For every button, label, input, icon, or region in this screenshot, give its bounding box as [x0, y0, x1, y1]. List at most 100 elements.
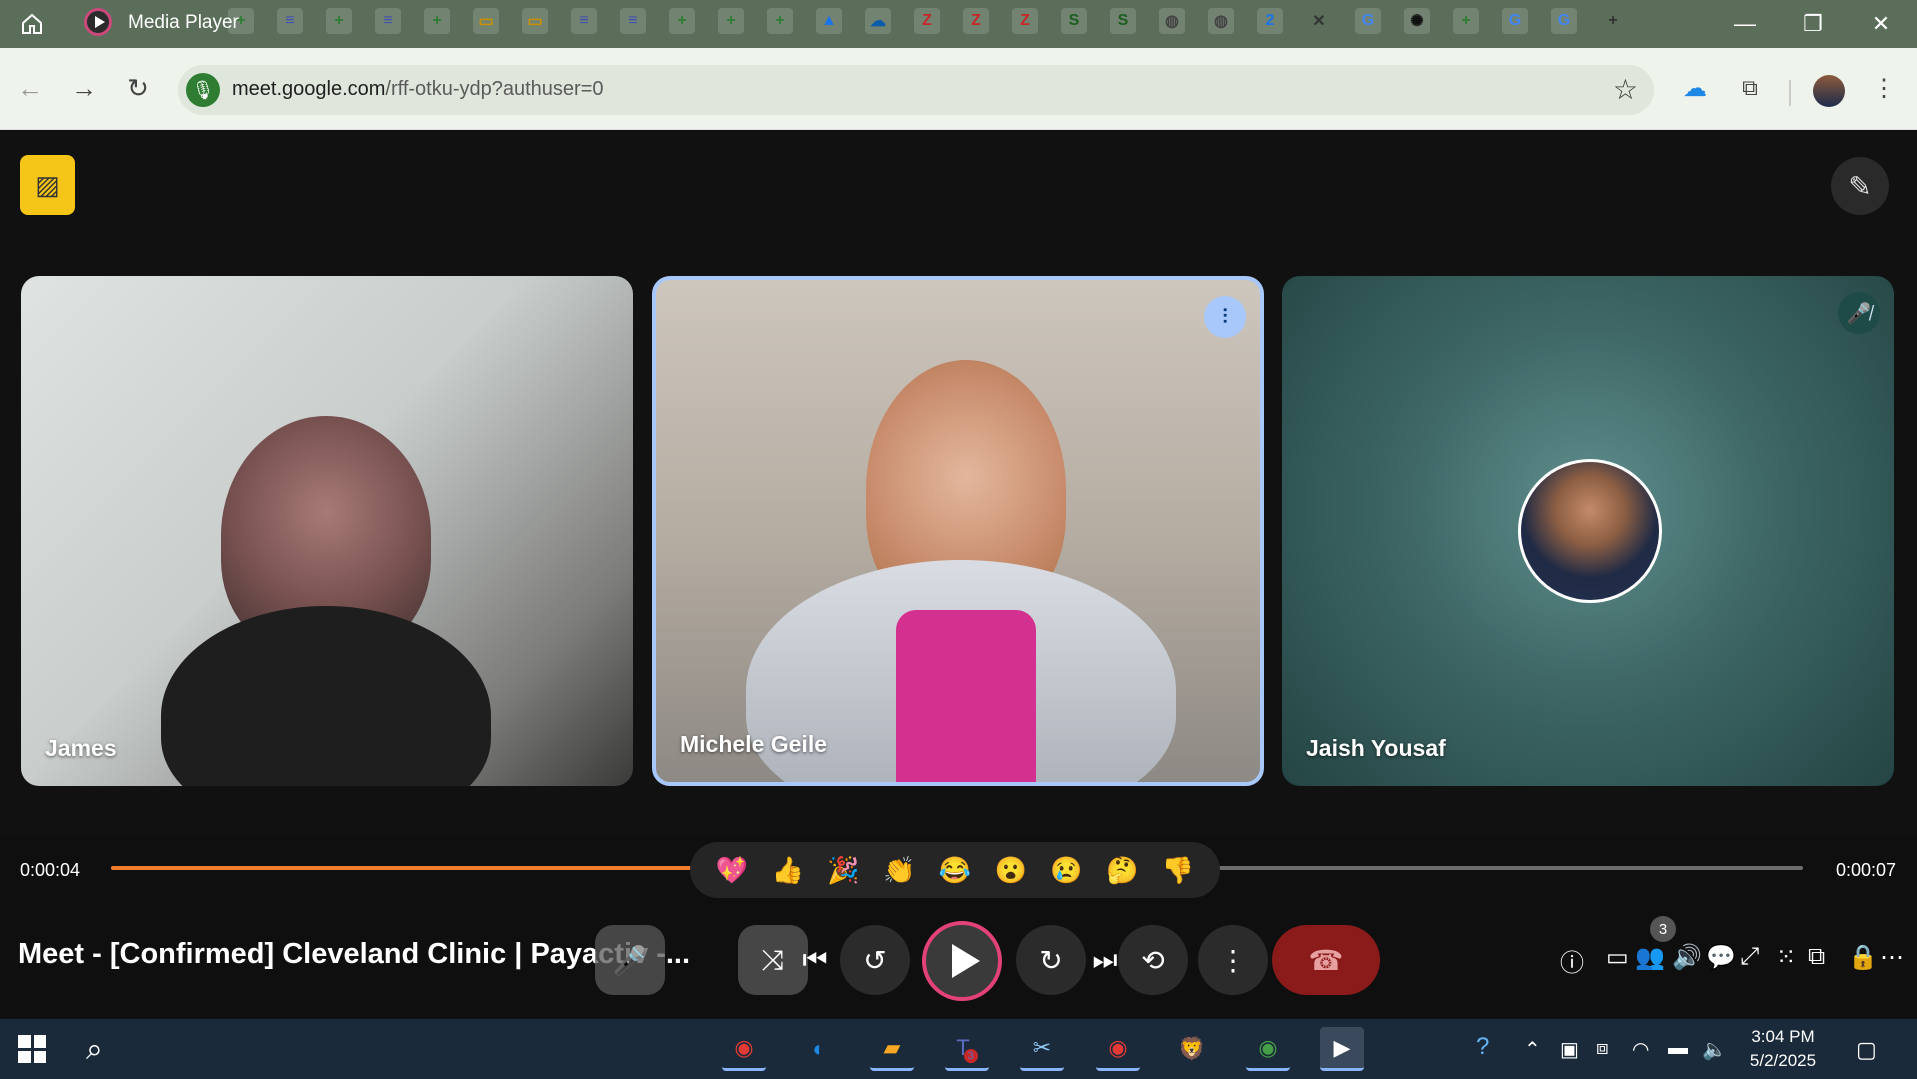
close-button[interactable]: ✕	[1851, 0, 1911, 48]
tab-globe-icon[interactable]: ◍	[1159, 8, 1185, 34]
tab-s-app-icon[interactable]: S	[1061, 8, 1087, 34]
host-controls-icon[interactable]: 🔒	[1848, 943, 1878, 972]
fullscreen-icon[interactable]: ⤢	[1740, 943, 1759, 971]
help-icon[interactable]: ?	[1476, 1033, 1489, 1061]
repeat-off-icon[interactable]: ⟲	[1118, 925, 1188, 995]
minimize-button[interactable]: —	[1715, 0, 1775, 48]
profile-avatar[interactable]	[1813, 75, 1845, 107]
reaction-7-icon[interactable]: 🤔	[1106, 855, 1138, 886]
people-icon[interactable]: 👥	[1635, 943, 1665, 972]
tab-drive-icon[interactable]: ▲	[816, 8, 842, 34]
taskbar: ⌕ ◉ ◐ ▰ T3 ✂ ◉ 🦁 ◉ ▶ ? ⌃ ▣ ⧈ ◠ ▬ 🔈 3:04 …	[0, 1019, 1917, 1079]
window-title: Media Player	[128, 12, 239, 33]
teams-icon[interactable]: T3	[945, 1027, 989, 1071]
tab-globe-icon[interactable]: ◍	[1208, 8, 1234, 34]
extensions-icon[interactable]: ⧉	[1732, 70, 1768, 106]
brave-icon[interactable]: 🦁	[1170, 1027, 1214, 1071]
info-icon[interactable]: ⓘ	[1560, 943, 1584, 978]
restore-button[interactable]: ❐	[1783, 0, 1843, 48]
overflow-icon[interactable]: ⋯	[1880, 943, 1904, 972]
tab-google-icon[interactable]: G	[1355, 8, 1381, 34]
windows-start-icon[interactable]	[18, 1035, 46, 1063]
tab-docs-icon[interactable]: ≡	[571, 8, 597, 34]
search-icon[interactable]: ⌕	[86, 1033, 103, 1067]
taskbar-clock[interactable]: 3:04 PM 5/2/2025	[1728, 1025, 1838, 1073]
mini-player-icon[interactable]: ⧉	[1808, 943, 1825, 971]
tab-zoho-icon[interactable]: Z	[914, 8, 940, 34]
reaction-5-icon[interactable]: 😮	[995, 855, 1027, 886]
tab-docs-icon[interactable]: ≡	[375, 8, 401, 34]
bookmark-star-icon[interactable]: ☆	[1613, 73, 1638, 106]
reaction-6-icon[interactable]: 😢	[1050, 855, 1082, 886]
tab-s-app-icon[interactable]: S	[1110, 8, 1136, 34]
tab-google-icon[interactable]: G	[1551, 8, 1577, 34]
tray-chevron-icon[interactable]: ⌃	[1524, 1037, 1541, 1062]
tab-calendar-icon[interactable]: 2	[1257, 8, 1283, 34]
url-text[interactable]: meet.google.com/rff-otku-ydp?authuser=0	[232, 78, 604, 101]
reaction-4-icon[interactable]: 😂	[939, 855, 971, 886]
file-explorer-icon[interactable]: ▰	[870, 1027, 914, 1071]
tab-openai-icon[interactable]: ✺	[1404, 8, 1430, 34]
meet-now-icon[interactable]: ▣	[1560, 1037, 1579, 1062]
volume-icon[interactable]: 🔊	[1672, 943, 1702, 972]
tab-salesforce-icon[interactable]: ☁	[865, 8, 891, 34]
speaking-indicator-icon: ⫶	[1204, 296, 1246, 338]
tab-zoho-icon[interactable]: Z	[963, 8, 989, 34]
snipping-tool-icon[interactable]: ✂	[1020, 1027, 1064, 1071]
reaction-1-icon[interactable]: 👍	[771, 855, 803, 886]
activities-icon[interactable]: ⁙	[1776, 943, 1796, 972]
participant-tile-james[interactable]: James	[21, 276, 633, 786]
tab-sheets-icon[interactable]: +	[718, 8, 744, 34]
recording-badge-icon[interactable]: ▨	[20, 155, 75, 215]
reload-icon[interactable]: ↻	[120, 70, 156, 106]
tab-google-icon[interactable]: G	[1502, 8, 1528, 34]
effects-pen-icon[interactable]: ✎	[1831, 157, 1889, 215]
tab-sheets-icon[interactable]: +	[669, 8, 695, 34]
tab-slides-icon[interactable]: ▭	[473, 8, 499, 34]
back-icon[interactable]: ←	[12, 70, 48, 106]
tab-slides-icon[interactable]: ▭	[522, 8, 548, 34]
participant-count-badge: 3	[1650, 916, 1676, 942]
chrome-profile-2-icon[interactable]: ◉	[1246, 1027, 1290, 1071]
tab-zoho-icon[interactable]: Z	[1012, 8, 1038, 34]
network-share-icon[interactable]: ⧈	[1596, 1037, 1609, 1060]
play-button[interactable]	[922, 921, 1002, 1001]
captions-icon[interactable]: ▭	[1606, 943, 1629, 972]
participant-tile-jaish[interactable]: 🎤̸ Jaish Yousaf	[1282, 276, 1894, 786]
reaction-2-icon[interactable]: 🎉	[827, 855, 859, 886]
tab-new-tab-icon[interactable]: +	[1600, 8, 1626, 34]
reaction-8-icon[interactable]: 👎	[1162, 855, 1194, 886]
menu-kebab-icon[interactable]: ⋮	[1866, 70, 1902, 106]
notifications-icon[interactable]: ▢	[1856, 1037, 1877, 1063]
chrome-profile-icon[interactable]: ◉	[1096, 1027, 1140, 1071]
participant-shirt	[896, 610, 1036, 782]
mic-toggle-icon[interactable]: 🎤	[595, 925, 665, 995]
participant-tile-michele[interactable]: ⫶ Michele Geile	[652, 276, 1264, 786]
battery-icon[interactable]: ▬	[1668, 1037, 1688, 1060]
media-player-taskbar-icon[interactable]: ▶	[1320, 1027, 1364, 1071]
home-icon[interactable]	[0, 0, 64, 48]
tab-close-tab-icon[interactable]: ✕	[1306, 8, 1332, 34]
speaker-icon[interactable]: 🔈	[1702, 1037, 1727, 1062]
url-domain: meet.google.com	[232, 78, 386, 100]
forward-icon[interactable]: →	[66, 70, 102, 106]
address-bar[interactable]: 🎙 meet.google.com/rff-otku-ydp?authuser=…	[178, 65, 1654, 115]
tab-sheets-icon[interactable]: +	[1453, 8, 1479, 34]
wifi-icon[interactable]: ◠	[1632, 1037, 1649, 1062]
chrome-icon[interactable]: ◉	[722, 1027, 766, 1071]
hang-up-button[interactable]: ☎	[1272, 925, 1380, 995]
chat-icon[interactable]: 💬	[1706, 943, 1736, 972]
tab-docs-icon[interactable]: ≡	[277, 8, 303, 34]
reaction-0-icon[interactable]: 💖	[716, 855, 748, 886]
edge-icon[interactable]: ◐	[797, 1027, 841, 1071]
tab-sheets-icon[interactable]: +	[228, 8, 254, 34]
salesforce-extension-icon[interactable]: ☁	[1677, 70, 1713, 106]
skip-back-10-icon[interactable]: ↺	[840, 925, 910, 995]
more-options-icon[interactable]: ⋮	[1198, 925, 1268, 995]
tab-sheets-icon[interactable]: +	[424, 8, 450, 34]
tab-docs-icon[interactable]: ≡	[620, 8, 646, 34]
tab-sheets-icon[interactable]: +	[767, 8, 793, 34]
reaction-3-icon[interactable]: 👏	[883, 855, 915, 886]
tab-sheets-icon[interactable]: +	[326, 8, 352, 34]
tab-strip: + ≡ + ≡ + ▭ ▭ ≡ ≡ + + + ▲ ☁ Z Z Z S S ◍ ◍ 2 ✕ G ✺ + G G +	[228, 8, 1626, 34]
